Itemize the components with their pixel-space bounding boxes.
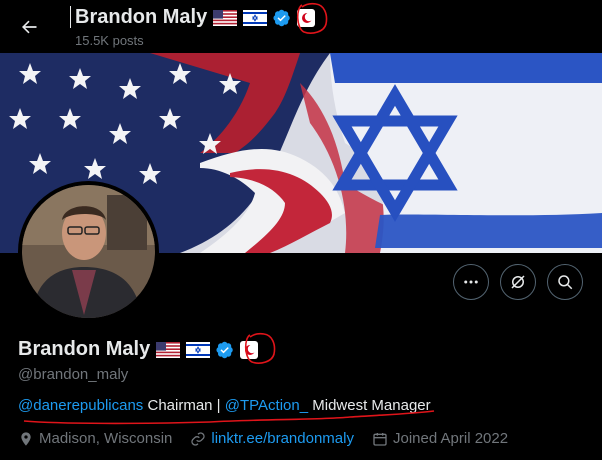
bio-mention-danerepublicans[interactable]: @danerepublicans (18, 397, 143, 414)
more-button[interactable] (453, 264, 489, 300)
us-flag-icon (213, 9, 238, 26)
calendar-icon (373, 432, 387, 446)
text-cursor (70, 6, 71, 28)
affiliate-badge-icon[interactable] (240, 340, 259, 359)
meta-website: linktr.ee/brandonmaly (190, 430, 354, 447)
back-button[interactable] (14, 12, 44, 42)
bio-text-1: Chairman | (143, 397, 225, 414)
profile-actions (453, 264, 583, 300)
joined-text: Joined April 2022 (392, 430, 509, 447)
profile-handle: @brandon_maly (18, 366, 129, 383)
affiliate-badge-icon (297, 8, 316, 27)
link-icon (191, 431, 206, 446)
search-button[interactable] (547, 264, 583, 300)
top-bar: Brandon Maly 15.5K posts (0, 0, 602, 53)
bio-mention-tpaction[interactable]: @TPAction_ (225, 397, 308, 414)
verified-badge-icon (273, 9, 290, 26)
meta-joined: Joined April 2022 (372, 430, 508, 447)
website-link[interactable]: linktr.ee/brandonmaly (211, 430, 354, 447)
verified-badge-icon[interactable] (216, 341, 234, 359)
search-icon (558, 275, 573, 290)
israel-flag-icon (243, 9, 268, 26)
us-flag-icon (156, 341, 181, 358)
header-title: Brandon Maly (75, 6, 316, 29)
israel-flag-icon (186, 341, 211, 358)
more-icon (464, 280, 478, 284)
header-name: Brandon Maly (75, 6, 208, 28)
arrow-left-icon (22, 20, 37, 34)
header-posts-count: 15.5K posts (75, 33, 144, 48)
profile-bio: @danerepublicans Chairman | @TPAction_ M… (18, 397, 431, 414)
bio-text-2: Midwest Manager (308, 397, 431, 414)
profile-name: Brandon Maly (18, 338, 151, 360)
location-icon (21, 431, 31, 446)
avatar-photo (22, 185, 155, 318)
profile-meta: Madison, Wisconsin linktr.ee/brandonmaly… (18, 430, 520, 447)
meta-location: Madison, Wisconsin (18, 430, 172, 447)
profile-name-row: Brandon Maly (18, 338, 259, 361)
location-text: Madison, Wisconsin (39, 430, 173, 447)
grok-button[interactable] (500, 264, 536, 300)
profile-avatar[interactable] (18, 181, 159, 322)
grok-icon (511, 275, 525, 289)
